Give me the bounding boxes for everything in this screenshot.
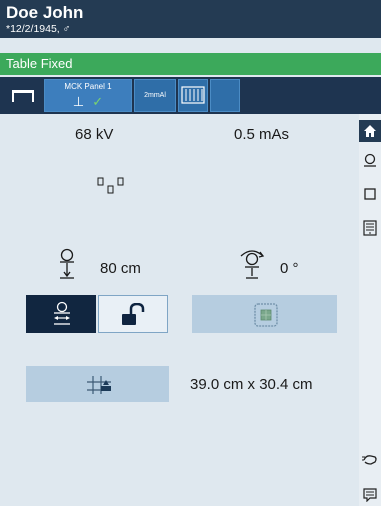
toolbar: MCK Panel 1 ⊥ ✓ 2mmAl — [0, 77, 381, 114]
home-button[interactable] — [359, 120, 381, 142]
status-bar: Table Fixed — [0, 53, 381, 75]
detector-position-button[interactable] — [192, 295, 337, 333]
right-sidebar — [359, 114, 381, 506]
detector-icon: ⊥ — [72, 94, 85, 109]
panel-label: MCK Panel 1 — [64, 82, 112, 91]
patient-name: Doe John — [6, 3, 84, 22]
home-icon — [364, 125, 376, 137]
grid-panel-button[interactable] — [359, 217, 381, 239]
patient-header: Doe John *12/2/1945, ♂ — [0, 0, 381, 38]
hand-icon — [362, 455, 377, 465]
toolbar-blank-button[interactable] — [210, 79, 240, 112]
table-tracking-icon — [54, 301, 70, 325]
patient-dob: *12/2/1945, ♂ — [6, 23, 71, 35]
filter-button[interactable]: 2mmAl — [134, 79, 176, 112]
check-icon: ✓ — [92, 94, 104, 109]
distance-value[interactable]: 80 cm — [100, 260, 141, 277]
sid-icon — [60, 248, 74, 279]
collimation-icon — [87, 376, 111, 394]
tube-icon — [364, 153, 376, 167]
main-panel: 68 kV 0.5 mAs 80 cm 0 ° 39.0 cm x 30.4 c… — [0, 114, 359, 506]
square-icon — [364, 188, 376, 200]
message-icon — [363, 488, 377, 502]
table-tracking-button[interactable] — [26, 295, 96, 333]
message-button[interactable] — [359, 484, 381, 506]
collimation-button[interactable] — [26, 366, 169, 402]
field-size-value: 39.0 cm x 30.4 cm — [190, 376, 313, 393]
tube-button[interactable] — [359, 150, 381, 172]
exposure-field-icon — [97, 177, 124, 194]
grid-button[interactable] — [178, 79, 208, 112]
table-button[interactable] — [3, 79, 41, 112]
lock-open-icon — [122, 303, 145, 325]
tube-angle-icon — [240, 250, 265, 279]
table-icon — [12, 90, 34, 102]
unlock-button[interactable] — [98, 295, 168, 333]
grid-icon — [181, 86, 205, 104]
mas-value[interactable]: 0.5 mAs — [234, 126, 289, 143]
square-button[interactable] — [359, 183, 381, 205]
angle-value[interactable]: 0 ° — [280, 260, 299, 277]
detector-position-icon — [254, 303, 278, 327]
filter-label: 2mmAl — [144, 92, 166, 99]
kv-value[interactable]: 68 kV — [75, 126, 113, 143]
status-text: Table Fixed — [6, 56, 73, 71]
detector-panel-button[interactable]: MCK Panel 1 ⊥ ✓ — [44, 79, 132, 112]
hand-button[interactable] — [359, 448, 381, 470]
grid-icon — [363, 220, 377, 236]
